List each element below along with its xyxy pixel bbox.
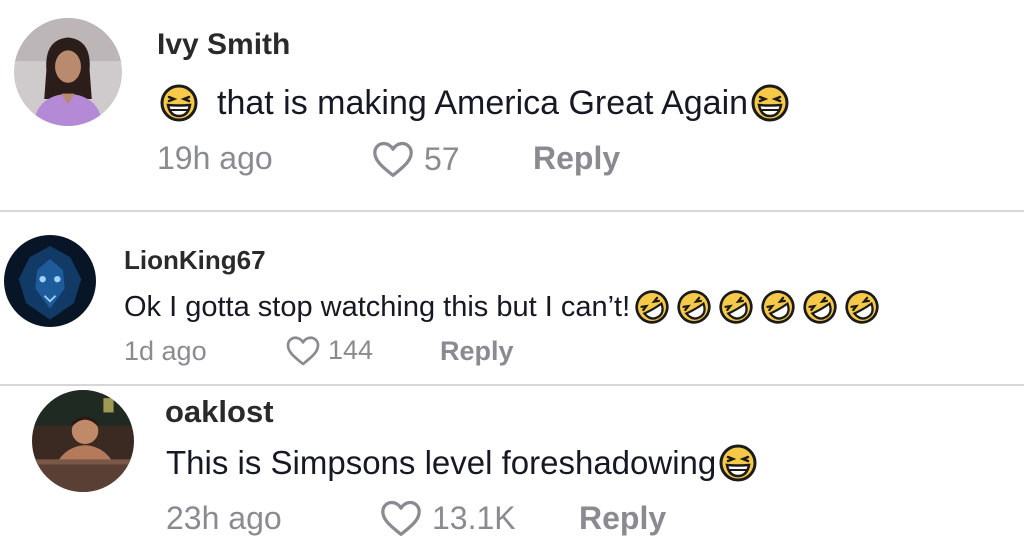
comment-timestamp: 23h ago xyxy=(166,500,282,536)
like-button[interactable]: 144 xyxy=(284,334,373,367)
comment-username[interactable]: LionKing67 xyxy=(124,245,266,276)
comment-item: Ivy Smith that is making America Great A… xyxy=(0,0,1024,210)
reply-button[interactable]: Reply xyxy=(533,140,620,177)
reply-button[interactable]: Reply xyxy=(440,336,514,367)
avatar-photo-ivy xyxy=(14,18,122,126)
rolling-on-floor-laughing-emoji xyxy=(718,289,754,325)
grinning-squint-emoji xyxy=(159,83,199,123)
comment-text-content: This is Simpsons level foreshadowing xyxy=(166,444,717,481)
rolling-on-floor-laughing-emoji xyxy=(844,289,880,325)
like-count: 144 xyxy=(328,335,374,365)
comment-text-content: that is making America Great Again xyxy=(217,83,749,122)
grinning-squint-emoji xyxy=(750,83,790,123)
rolling-on-floor-laughing-emoji xyxy=(760,289,796,325)
comment-text: that is making America Great Again xyxy=(159,82,790,124)
comment-text: This is Simpsons level foreshadowing xyxy=(166,442,758,484)
reply-button[interactable]: Reply xyxy=(579,500,666,537)
comment-username[interactable]: Ivy Smith xyxy=(157,28,290,62)
comment-text: Ok I gotta stop watching this but I can’… xyxy=(124,288,880,326)
comment-item: oaklost This is Simpsons level foreshado… xyxy=(0,386,1024,538)
grinning-squint-emoji xyxy=(718,443,758,483)
comment-username[interactable]: oaklost xyxy=(165,394,274,430)
like-count: 57 xyxy=(424,140,460,177)
comment-text-content: Ok I gotta stop watching this but I can’… xyxy=(124,290,631,323)
like-button[interactable]: 13.1K xyxy=(378,498,516,538)
avatar[interactable] xyxy=(32,390,134,492)
heart-icon xyxy=(381,500,421,536)
rolling-on-floor-laughing-emoji xyxy=(802,289,838,325)
comment-timestamp: 1d ago xyxy=(124,336,207,366)
heart-icon xyxy=(373,141,413,177)
avatar-photo-oaklost xyxy=(32,390,134,492)
heart-icon xyxy=(286,336,320,366)
avatar[interactable] xyxy=(4,235,96,327)
rolling-on-floor-laughing-emoji xyxy=(634,289,670,325)
comment-item: LionKing67 Ok I gotta stop watching this… xyxy=(0,212,1024,384)
rolling-on-floor-laughing-emoji xyxy=(676,289,712,325)
avatar[interactable] xyxy=(14,18,122,126)
avatar-photo-lion xyxy=(4,235,96,327)
like-count: 13.1K xyxy=(432,499,516,536)
like-button[interactable]: 57 xyxy=(370,139,460,179)
comment-timestamp: 19h ago xyxy=(157,140,273,176)
